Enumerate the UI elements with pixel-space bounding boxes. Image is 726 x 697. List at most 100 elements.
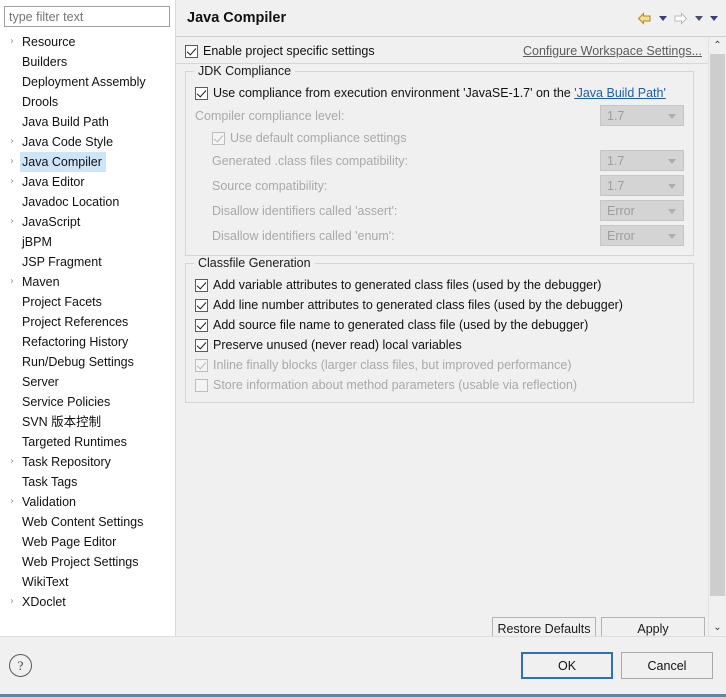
back-history-dropdown-icon[interactable] bbox=[656, 9, 669, 28]
chevron-down-icon bbox=[668, 113, 676, 119]
filter-input[interactable] bbox=[4, 6, 170, 27]
compiler-compliance-level-dropdown[interactable]: 1.7 bbox=[600, 105, 684, 126]
chevron-right-icon[interactable]: › bbox=[4, 172, 20, 192]
sidebar-item-svn[interactable]: SVN 版本控制 bbox=[0, 412, 175, 432]
sidebar-item-project-references[interactable]: Project References bbox=[0, 312, 175, 332]
disallow-assert-value: Error bbox=[607, 203, 635, 218]
scroll-up-button[interactable]: ⌃ bbox=[709, 37, 726, 54]
sidebar-item-jbpm[interactable]: jBPM bbox=[0, 232, 175, 252]
forward-history-dropdown-icon[interactable] bbox=[692, 9, 705, 28]
classfile-option-checkbox[interactable] bbox=[195, 378, 208, 392]
sidebar-item-web-page-editor[interactable]: Web Page Editor bbox=[0, 532, 175, 552]
sidebar-item-project-facets[interactable]: Project Facets bbox=[0, 292, 175, 312]
sidebar-item-service-policies[interactable]: Service Policies bbox=[0, 392, 175, 412]
scroll-down-button[interactable]: ⌄ bbox=[709, 619, 726, 637]
classfile-option-label: Inline finally blocks (larger class file… bbox=[213, 358, 572, 372]
disallow-enum-dropdown[interactable]: Error bbox=[600, 225, 684, 246]
sidebar-item-maven[interactable]: › Maven bbox=[0, 272, 175, 292]
classfile-option-row[interactable]: Preserve unused (never read) local varia… bbox=[195, 335, 684, 355]
cancel-button[interactable]: Cancel bbox=[621, 652, 713, 680]
use-default-compliance-label: Use default compliance settings bbox=[230, 131, 407, 145]
sidebar-item-xdoclet[interactable]: › XDoclet bbox=[0, 592, 175, 612]
jdk-compliance-group-title: JDK Compliance bbox=[194, 64, 296, 78]
ok-button[interactable]: OK bbox=[521, 652, 613, 680]
sidebar-item-refactoring-history[interactable]: Refactoring History bbox=[0, 332, 175, 352]
restore-defaults-button[interactable]: Restore Defaults bbox=[492, 617, 596, 637]
generated-class-compatibility-dropdown[interactable]: 1.7 bbox=[600, 150, 684, 171]
sidebar-item-javadoc-location[interactable]: Javadoc Location bbox=[0, 192, 175, 212]
sidebar-item-server[interactable]: Server bbox=[0, 372, 175, 392]
page-action-buttons: Restore Defaults Apply bbox=[492, 617, 705, 637]
sidebar-item-label: Java Build Path bbox=[22, 115, 109, 129]
sidebar-item-run-debug-settings[interactable]: Run/Debug Settings bbox=[0, 352, 175, 372]
sidebar-item-java-editor[interactable]: › Java Editor bbox=[0, 172, 175, 192]
sidebar-item-deployment-assembly[interactable]: Deployment Assembly bbox=[0, 72, 175, 92]
sidebar-item-label: Run/Debug Settings bbox=[22, 355, 134, 369]
disallow-assert-dropdown[interactable]: Error bbox=[600, 200, 684, 221]
classfile-option-checkbox[interactable] bbox=[195, 278, 208, 292]
chevron-right-icon[interactable]: › bbox=[4, 32, 20, 52]
dialog-footer: ? OK Cancel bbox=[0, 636, 726, 694]
page-header: Java Compiler bbox=[176, 0, 726, 37]
sidebar-item-builders[interactable]: Builders bbox=[0, 52, 175, 72]
apply-button[interactable]: Apply bbox=[601, 617, 705, 637]
classfile-option-checkbox[interactable] bbox=[195, 338, 208, 352]
back-arrow-icon[interactable] bbox=[635, 9, 654, 28]
chevron-right-icon[interactable]: › bbox=[4, 592, 20, 612]
sidebar-item-label: Builders bbox=[22, 55, 68, 69]
classfile-option-row[interactable]: Add variable attributes to generated cla… bbox=[195, 275, 684, 295]
use-execution-environment-checkbox[interactable] bbox=[195, 86, 208, 100]
classfile-option-checkbox[interactable] bbox=[195, 358, 208, 372]
sidebar-item-wikitext[interactable]: WikiText bbox=[0, 572, 175, 592]
scrollbar-track[interactable] bbox=[709, 54, 726, 620]
classfile-option-checkbox[interactable] bbox=[195, 298, 208, 312]
use-execution-environment-row[interactable]: Use compliance from execution environmen… bbox=[195, 83, 684, 103]
sidebar-item-label: Resource bbox=[22, 35, 76, 49]
sidebar-item-drools[interactable]: Drools bbox=[0, 92, 175, 112]
classfile-option-label: Add variable attributes to generated cla… bbox=[213, 278, 602, 292]
sidebar-item-javascript[interactable]: › JavaScript bbox=[0, 212, 175, 232]
classfile-option-row[interactable]: Add line number attributes to generated … bbox=[195, 295, 684, 315]
chevron-right-icon[interactable]: › bbox=[4, 212, 20, 232]
content-vertical-scrollbar[interactable]: ⌃ ⌄ bbox=[708, 37, 726, 637]
enable-project-specific-row[interactable]: Enable project specific settings Configu… bbox=[176, 37, 708, 64]
chevron-right-icon[interactable]: › bbox=[4, 132, 20, 152]
enable-project-specific-checkbox[interactable] bbox=[185, 44, 198, 58]
sidebar-item-label: Java Compiler bbox=[20, 152, 106, 172]
chevron-right-icon[interactable]: › bbox=[4, 272, 20, 292]
classfile-option-row[interactable]: Inline finally blocks (larger class file… bbox=[195, 355, 684, 375]
preferences-sidebar: ›ResourceBuildersDeployment AssemblyDroo… bbox=[0, 0, 176, 637]
use-default-compliance-row[interactable]: Use default compliance settings bbox=[195, 128, 684, 148]
help-icon[interactable]: ? bbox=[9, 654, 32, 678]
classfile-option-row[interactable]: Store information about method parameter… bbox=[195, 375, 684, 395]
sidebar-item-java-code-style[interactable]: › Java Code Style bbox=[0, 132, 175, 152]
classfile-generation-group-title: Classfile Generation bbox=[194, 256, 315, 270]
sidebar-item-targeted-runtimes[interactable]: Targeted Runtimes bbox=[0, 432, 175, 452]
sidebar-item-task-tags[interactable]: Task Tags bbox=[0, 472, 175, 492]
sidebar-item-web-project-settings[interactable]: Web Project Settings bbox=[0, 552, 175, 572]
sidebar-item-web-content-settings[interactable]: Web Content Settings bbox=[0, 512, 175, 532]
sidebar-item-resource[interactable]: › Resource bbox=[0, 32, 175, 52]
sidebar-item-jsp-fragment[interactable]: JSP Fragment bbox=[0, 252, 175, 272]
chevron-right-icon[interactable]: › bbox=[4, 452, 20, 472]
sidebar-item-task-repository[interactable]: › Task Repository bbox=[0, 452, 175, 472]
chevron-down-icon bbox=[668, 158, 676, 164]
configure-workspace-settings-link[interactable]: Configure Workspace Settings... bbox=[523, 44, 702, 58]
chevron-right-icon[interactable]: › bbox=[4, 152, 20, 172]
source-compatibility-dropdown[interactable]: 1.7 bbox=[600, 175, 684, 196]
sidebar-item-java-compiler[interactable]: › Java Compiler bbox=[0, 152, 175, 172]
chevron-right-icon[interactable]: › bbox=[4, 492, 20, 512]
use-default-compliance-checkbox[interactable] bbox=[212, 131, 225, 145]
sidebar-item-validation[interactable]: › Validation bbox=[0, 492, 175, 512]
classfile-option-checkbox[interactable] bbox=[195, 318, 208, 332]
page-menu-dropdown-icon[interactable] bbox=[707, 9, 720, 28]
compiler-compliance-level-value: 1.7 bbox=[607, 108, 625, 123]
classfile-option-row[interactable]: Add source file name to generated class … bbox=[195, 315, 684, 335]
scrollbar-thumb[interactable] bbox=[710, 54, 725, 597]
dialog-body: ›ResourceBuildersDeployment AssemblyDroo… bbox=[0, 0, 726, 637]
generated-class-compatibility-row: Generated .class files compatibility: 1.… bbox=[195, 148, 684, 173]
sidebar-item-java-build-path[interactable]: Java Build Path bbox=[0, 112, 175, 132]
sidebar-item-label: Javadoc Location bbox=[22, 195, 120, 209]
sidebar-item-label: jBPM bbox=[22, 235, 52, 249]
java-build-path-link[interactable]: 'Java Build Path' bbox=[574, 86, 666, 100]
